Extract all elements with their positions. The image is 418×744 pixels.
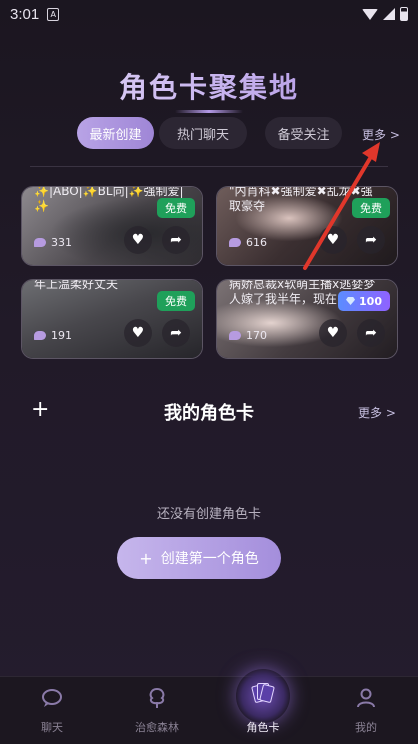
- chat-bubble-icon: [40, 686, 64, 710]
- chat-count-value: 170: [246, 329, 267, 342]
- share-icon: ➦: [170, 325, 182, 341]
- share-icon: ➦: [365, 325, 377, 341]
- title-underline: [175, 110, 243, 113]
- free-badge: 免费: [352, 198, 390, 218]
- share-button[interactable]: ➦: [162, 319, 190, 347]
- plus-icon: +: [139, 548, 153, 568]
- more-link-tabs[interactable]: 更多 >: [362, 126, 400, 143]
- empty-state-text: 还没有创建角色卡: [156, 507, 261, 522]
- chat-count-icon: [34, 331, 47, 341]
- nav-item-chat[interactable]: 聊天: [12, 677, 92, 744]
- notification-icon: A: [47, 7, 60, 21]
- nav-item-healing-forest[interactable]: 治愈森林: [117, 677, 197, 744]
- status-time: 3:01: [10, 5, 40, 23]
- chat-count-icon: [229, 331, 242, 341]
- cards-icon: [251, 681, 275, 705]
- page-title: 角色卡聚集地: [0, 66, 418, 106]
- nav-label: 角色卡: [246, 721, 280, 734]
- like-button[interactable]: ♥: [319, 319, 347, 347]
- tab-bar: 最新创建 热门聊天 备受关注 更多 >: [0, 117, 418, 149]
- tree-icon: [145, 686, 169, 710]
- wifi-icon: [362, 8, 378, 20]
- character-card[interactable]: 年上温柔好丈夫 免费 191 ♥ ➦: [21, 279, 203, 359]
- gem-price-badge: 100: [338, 291, 390, 311]
- heart-icon: ♥: [326, 232, 340, 248]
- status-icons: [362, 7, 408, 21]
- bottom-nav: 聊天 治愈森林 角色卡 我的: [0, 669, 418, 744]
- free-badge: 免费: [157, 198, 195, 218]
- nav-label: 我的: [355, 721, 377, 734]
- share-icon: ➦: [365, 232, 377, 248]
- signal-icon: [383, 8, 395, 20]
- character-card[interactable]: 病娇总裁x软萌主播x逃婪梦 人嫁了我半年，现在 100 170 ♥ ➦: [216, 279, 398, 359]
- chat-count-icon: [34, 238, 47, 248]
- create-first-character-button[interactable]: + 创建第一个角色: [117, 537, 281, 579]
- battery-icon: [400, 7, 408, 21]
- chat-count: 331: [34, 236, 72, 249]
- nav-label: 治愈森林: [135, 721, 179, 734]
- person-icon: [354, 686, 378, 710]
- status-bar: 3:01 A: [0, 0, 418, 28]
- tab-hot-chat[interactable]: 热门聊天: [159, 117, 247, 149]
- heart-icon: ♥: [131, 325, 145, 341]
- character-card[interactable]: ✨|ABO|✨BL向|✨强制爱| ✨ 免费 331 ♥ ➦: [21, 186, 203, 266]
- create-button-label: 创建第一个角色: [160, 551, 259, 567]
- chat-count-value: 616: [246, 236, 267, 249]
- tab-latest[interactable]: 最新创建: [77, 117, 154, 149]
- notification-glyph: A: [50, 9, 56, 19]
- nav-item-character-cards[interactable]: 角色卡: [223, 669, 303, 744]
- divider: [30, 166, 388, 167]
- nav-item-me[interactable]: 我的: [326, 677, 406, 744]
- my-cards-title: 我的角色卡: [164, 403, 254, 424]
- like-button[interactable]: ♥: [124, 226, 152, 254]
- like-button[interactable]: ♥: [124, 319, 152, 347]
- share-button[interactable]: ➦: [162, 226, 190, 254]
- chat-count: 170: [229, 329, 267, 342]
- chat-count-icon: [229, 238, 242, 248]
- share-button[interactable]: ➦: [357, 226, 385, 254]
- chat-count: 616: [229, 236, 267, 249]
- heart-icon: ♥: [326, 325, 340, 341]
- diamond-icon: [346, 297, 356, 305]
- more-link-my-cards[interactable]: 更多 >: [358, 404, 396, 421]
- gem-price-value: 100: [359, 294, 382, 308]
- nav-label: 聊天: [41, 721, 63, 734]
- like-button[interactable]: ♥: [319, 226, 347, 254]
- share-button[interactable]: ➦: [357, 319, 385, 347]
- chat-count: 191: [34, 329, 72, 342]
- chat-count-value: 331: [51, 236, 72, 249]
- character-card[interactable]: "内肖科✖强制爱✖乱龙✖强 取豪夺 免费 616 ♥ ➦: [216, 186, 398, 266]
- free-badge: 免费: [157, 291, 195, 311]
- tab-most-followed[interactable]: 备受关注: [265, 117, 342, 149]
- chat-count-value: 191: [51, 329, 72, 342]
- heart-icon: ♥: [131, 232, 145, 248]
- share-icon: ➦: [170, 232, 182, 248]
